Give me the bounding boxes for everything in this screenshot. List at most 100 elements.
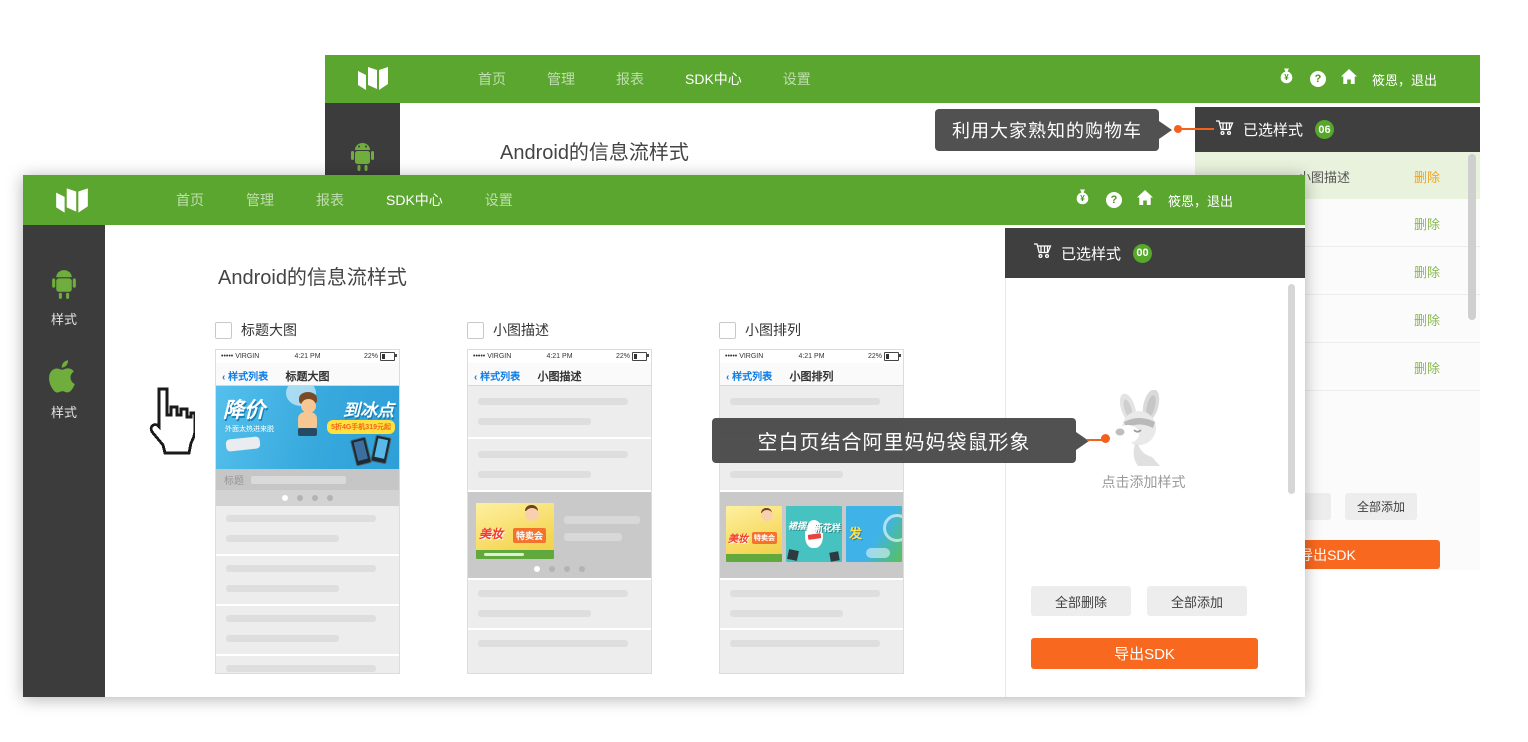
front-panel-scrollbar[interactable] <box>1288 284 1295 494</box>
style-card-small-image-desc: 小图描述 ••••• VIRGIN 4:21 PM 22% ‹ 样式列表 小图描… <box>467 320 652 674</box>
delete-link[interactable]: 删除 <box>1414 167 1440 186</box>
phone-status-bar: ••••• VIRGIN 4:21 PM 22% <box>468 350 651 363</box>
phone-screen-title: 小图描述 <box>468 368 651 384</box>
placeholder-bar <box>478 640 628 647</box>
home-icon[interactable] <box>1341 69 1357 89</box>
page-title: Android的信息流样式 <box>218 261 407 290</box>
gadget-product-image <box>225 436 260 451</box>
battery-icon <box>380 352 395 361</box>
moneybag-icon[interactable]: ¥ <box>1074 189 1091 211</box>
logo-icon[interactable] <box>53 185 91 220</box>
ad-ribbon-text: 特卖会 <box>752 532 777 544</box>
help-icon[interactable]: ? <box>1106 192 1122 208</box>
sidebar-item-label: 样式 <box>23 309 105 328</box>
back-nav-menu: 首页 管理 报表 SDK中心 设置 <box>478 55 811 103</box>
phone-preview-small-image-desc: ••••• VIRGIN 4:21 PM 22% ‹ 样式列表 小图描述 <box>467 349 652 674</box>
style-checkbox[interactable] <box>719 322 736 339</box>
banner-caption-bar: 标题 <box>216 469 399 490</box>
hair-ad-image: 发 <box>846 506 902 562</box>
hand-cursor-icon <box>137 385 195 464</box>
nav-item-sdk-center[interactable]: SDK中心 <box>685 69 742 89</box>
battery-percent: 22% <box>616 353 630 360</box>
sidebar-item-label: 样式 <box>23 402 105 421</box>
back-navbar: 首页 管理 报表 SDK中心 设置 ¥ ? 筱恩，退出 <box>325 55 1480 103</box>
sidebar-item-ios-styles[interactable]: 样式 <box>23 360 105 421</box>
carousel-dot <box>564 566 570 572</box>
annotation-mascot: 空白页结合阿里妈妈袋鼠形象 <box>712 418 1076 463</box>
placeholder-bar <box>226 565 376 572</box>
battery-percent: 22% <box>868 353 882 360</box>
style-checkbox[interactable] <box>215 322 232 339</box>
cart-icon <box>1033 242 1052 264</box>
export-sdk-button[interactable]: 导出SDK <box>1031 638 1258 669</box>
feed-item-placeholder <box>216 506 399 554</box>
front-sidebar: 样式 样式 <box>23 225 105 697</box>
phone-preview-title-big-image: ••••• VIRGIN 4:21 PM 22% ‹ 样式列表 标题大图 降价 … <box>215 349 400 674</box>
placeholder-bar <box>478 471 591 478</box>
placeholder-bar <box>251 476 346 484</box>
nav-item-manage[interactable]: 管理 <box>547 69 575 89</box>
moneybag-icon[interactable]: ¥ <box>1278 68 1295 90</box>
user-logout-link[interactable]: 筱恩，退出 <box>1168 191 1233 210</box>
battery-icon <box>884 352 899 361</box>
phone-product-image <box>370 435 391 465</box>
logo-icon[interactable] <box>355 64 391 97</box>
phone-screen-title: 小图排列 <box>720 368 903 384</box>
feed-media-item: 美妆 特卖会 <box>468 492 651 578</box>
carousel-dot <box>282 495 288 501</box>
delete-link[interactable]: 删除 <box>1414 214 1440 233</box>
add-all-button[interactable]: 全部添加 <box>1147 586 1247 616</box>
beauty-sale-ad-image: 美妆 特卖会 <box>726 506 782 562</box>
user-logout-link[interactable]: 筱恩，退出 <box>1372 70 1437 89</box>
nav-item-home[interactable]: 首页 <box>478 69 506 89</box>
carousel-dot <box>312 495 318 501</box>
delete-link[interactable]: 删除 <box>1414 262 1440 281</box>
svg-text:¥: ¥ <box>1080 194 1085 203</box>
style-checkbox[interactable] <box>467 322 484 339</box>
nav-item-manage[interactable]: 管理 <box>246 190 274 210</box>
sidebar-item-android-styles[interactable]: 样式 <box>23 268 105 328</box>
count-badge: 00 <box>1133 244 1152 263</box>
style-card-label: 小图排列 <box>745 320 801 340</box>
front-window: 首页 管理 报表 SDK中心 设置 ¥ ? 筱恩，退出 <box>23 175 1305 697</box>
ad-text: 新花样 <box>814 521 841 534</box>
placeholder-bar <box>226 635 339 642</box>
nav-item-sdk-center[interactable]: SDK中心 <box>386 190 443 210</box>
style-card-title-big-image: 标题大图 ••••• VIRGIN 4:21 PM 22% ‹ 样式列表 标题大… <box>215 320 400 674</box>
placeholder-bar <box>226 585 339 592</box>
carousel-dot <box>549 566 555 572</box>
delete-link[interactable]: 删除 <box>1414 358 1440 377</box>
phone-nav-bar: ‹ 样式列表 标题大图 <box>216 363 399 386</box>
add-all-button[interactable]: 全部添加 <box>1345 493 1417 520</box>
phone-product-image <box>350 436 372 466</box>
home-icon[interactable] <box>1137 190 1153 210</box>
placeholder-bar <box>478 610 591 617</box>
nav-item-home[interactable]: 首页 <box>176 190 204 210</box>
carousel-dot <box>534 566 540 572</box>
android-icon[interactable] <box>349 141 376 177</box>
nav-item-report[interactable]: 报表 <box>316 190 344 210</box>
back-panel-scrollbar[interactable] <box>1468 154 1476 320</box>
nav-item-report[interactable]: 报表 <box>616 69 644 89</box>
phone-nav-bar: ‹ 样式列表 小图描述 <box>468 363 651 386</box>
panel-title: 已选样式 <box>1243 119 1303 140</box>
promo-banner-image: 降价 外面太热进来脱 到冰点 5折4G手机319元起 <box>216 386 399 469</box>
feed-item-placeholder <box>720 580 903 628</box>
help-icon[interactable]: ? <box>1310 71 1326 87</box>
back-panel-header: 已选样式 06 <box>1195 107 1480 152</box>
delete-all-button[interactable]: 全部删除 <box>1031 586 1131 616</box>
feed-item-placeholder <box>216 656 399 674</box>
feed-item-placeholder <box>468 580 651 628</box>
kangaroo-mascot-icon[interactable] <box>1104 390 1178 471</box>
front-nav-menu: 首页 管理 报表 SDK中心 设置 <box>176 175 513 225</box>
beauty-sale-ad-image: 美妆 特卖会 <box>476 503 554 559</box>
delete-link[interactable]: 删除 <box>1414 310 1440 329</box>
nav-item-settings[interactable]: 设置 <box>783 69 811 89</box>
placeholder-bar <box>478 418 591 425</box>
count-badge: 06 <box>1315 120 1334 139</box>
placeholder-bar <box>730 590 880 597</box>
front-panel-body: 点击添加样式 全部删除 全部添加 导出SDK <box>1005 278 1305 697</box>
connector-dot <box>1101 434 1110 443</box>
cart-icon <box>1215 119 1234 141</box>
nav-item-settings[interactable]: 设置 <box>485 190 513 210</box>
